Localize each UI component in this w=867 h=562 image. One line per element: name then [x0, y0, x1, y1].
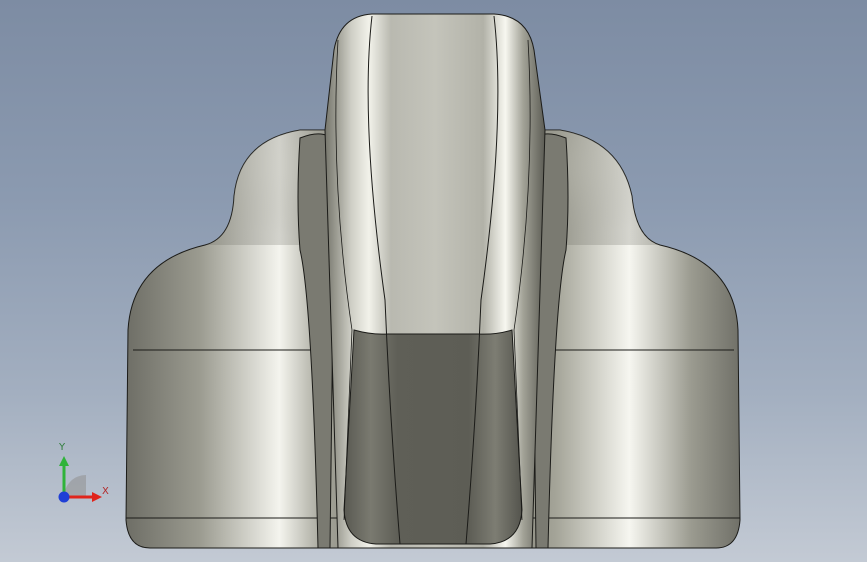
orientation-triad-icon: Y X: [48, 440, 118, 510]
x-axis-label: X: [102, 486, 109, 497]
y-axis-label: Y: [59, 442, 66, 453]
3d-model-view[interactable]: [0, 0, 867, 562]
graphics-viewport[interactable]: Y X: [0, 0, 867, 562]
center-channel: [343, 329, 523, 545]
